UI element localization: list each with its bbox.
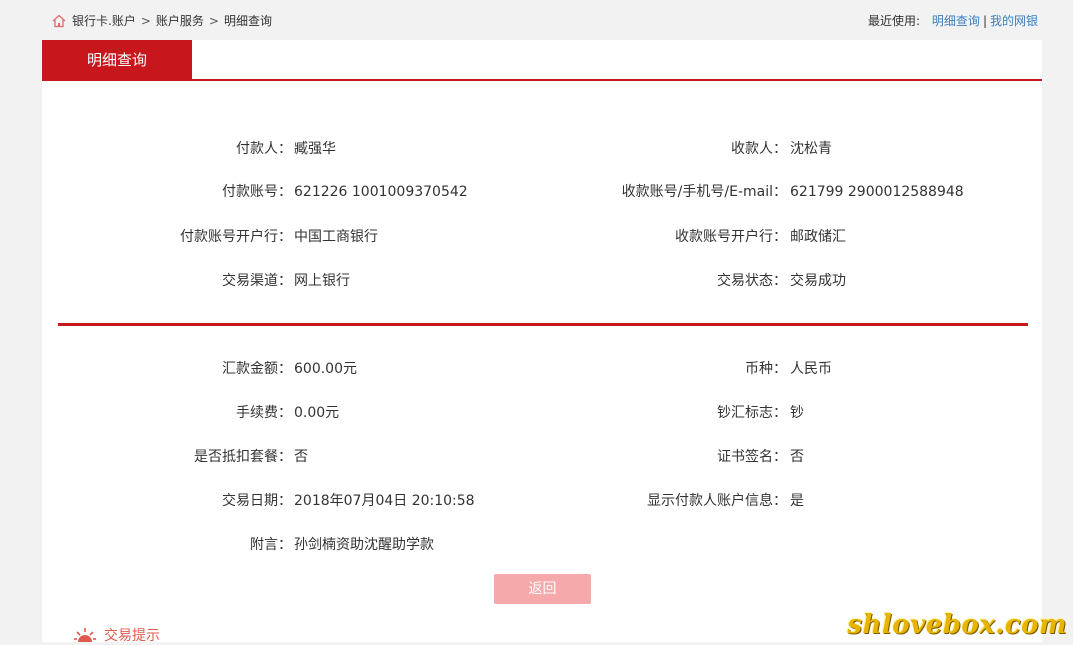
breadcrumb-item-service[interactable]: 账户服务 bbox=[156, 12, 204, 29]
recent-divider: | bbox=[982, 14, 987, 28]
cert-sign-value: 否 bbox=[790, 449, 804, 465]
detail-row: 付款账号开户行： 中国工商银行 收款账号开户行： 邮政储汇 bbox=[42, 227, 1042, 247]
detail-row: 付款账号： 621226 1001009370542 收款账号/手机号/E-ma… bbox=[42, 182, 1042, 202]
cash-flag-value: 钞 bbox=[790, 405, 804, 421]
package-deduct-value: 否 bbox=[294, 449, 308, 465]
tab-detail-query[interactable]: 明细查询 bbox=[42, 40, 192, 81]
home-icon[interactable] bbox=[52, 14, 66, 28]
back-button[interactable]: 返回 bbox=[494, 574, 591, 604]
recent-used: 最近使用: 明细查询 | 我的网银 bbox=[868, 12, 1038, 29]
status-value: 交易成功 bbox=[790, 273, 846, 289]
payee-bank-label: 收款账号开户行： bbox=[675, 229, 787, 245]
detail-row: 汇款金额： 600.00元 币种： 人民币 bbox=[42, 359, 1042, 379]
detail-row: 手续费： 0.00元 钞汇标志： 钞 bbox=[42, 403, 1042, 423]
detail-row: 付款人： 臧强华 收款人： 沈松青 bbox=[42, 139, 1042, 159]
breadcrumb-separator: > bbox=[208, 13, 219, 28]
status-label: 交易状态： bbox=[717, 273, 787, 289]
tab-bar: 明细查询 bbox=[42, 40, 1042, 81]
payer-label: 付款人： bbox=[236, 141, 292, 157]
payer-account-value: 621226 1001009370542 bbox=[294, 184, 468, 200]
transaction-tip[interactable]: 交易提示 bbox=[74, 625, 160, 645]
payer-account-label: 付款账号： bbox=[222, 184, 292, 200]
section-divider bbox=[58, 323, 1028, 326]
payee-bank-value: 邮政储汇 bbox=[790, 229, 846, 245]
date-label: 交易日期： bbox=[222, 493, 292, 509]
payee-account-value: 621799 2900012588948 bbox=[790, 184, 964, 200]
tip-label: 交易提示 bbox=[104, 628, 160, 644]
detail-row: 交易渠道： 网上银行 交易状态： 交易成功 bbox=[42, 271, 1042, 291]
channel-label: 交易渠道： bbox=[222, 273, 292, 289]
detail-row: 是否抵扣套餐： 否 证书签名： 否 bbox=[42, 447, 1042, 467]
payer-value: 臧强华 bbox=[294, 141, 336, 157]
channel-value: 网上银行 bbox=[294, 273, 350, 289]
cert-sign-label: 证书签名： bbox=[717, 449, 787, 465]
top-bar: 银行卡.账户 > 账户服务 > 明细查询 最近使用: 明细查询 | 我的网银 bbox=[0, 0, 1073, 40]
payer-bank-label: 付款账号开户行： bbox=[180, 229, 292, 245]
show-payer-value: 是 bbox=[790, 493, 804, 509]
date-value: 2018年07月04日 20:10:58 bbox=[294, 493, 475, 509]
payee-account-label: 收款账号/手机号/E-mail： bbox=[621, 184, 787, 200]
currency-label: 币种： bbox=[745, 361, 787, 377]
fee-value: 0.00元 bbox=[294, 405, 340, 421]
tip-sun-icon bbox=[74, 628, 96, 642]
watermark-logo: shlovebox.com bbox=[847, 610, 1067, 640]
breadcrumb: 银行卡.账户 > 账户服务 > 明细查询 bbox=[52, 12, 272, 29]
breadcrumb-item-current: 明细查询 bbox=[223, 14, 272, 28]
amount-value: 600.00元 bbox=[294, 361, 357, 377]
payer-bank-value: 中国工商银行 bbox=[294, 229, 378, 245]
currency-value: 人民币 bbox=[790, 361, 832, 377]
recent-link-mybank[interactable]: 我的网银 bbox=[990, 14, 1038, 28]
detail-row: 交易日期： 2018年07月04日 20:10:58 显示付款人账户信息： 是 bbox=[42, 491, 1042, 511]
amount-label: 汇款金额： bbox=[222, 361, 292, 377]
cash-flag-label: 钞汇标志： bbox=[717, 405, 787, 421]
payee-value: 沈松青 bbox=[790, 141, 832, 157]
breadcrumb-item-account[interactable]: 银行卡.账户 bbox=[72, 12, 136, 29]
recent-label: 最近使用: bbox=[868, 14, 921, 28]
fee-label: 手续费： bbox=[236, 405, 292, 421]
package-deduct-label: 是否抵扣套餐： bbox=[194, 449, 292, 465]
recent-link-detail[interactable]: 明细查询 bbox=[932, 14, 980, 28]
show-payer-label: 显示付款人账户信息： bbox=[647, 493, 787, 509]
payee-label: 收款人： bbox=[731, 141, 787, 157]
breadcrumb-separator: > bbox=[140, 13, 151, 28]
memo-label: 附言： bbox=[250, 537, 292, 553]
detail-row: 附言： 孙剑楠资助沈醒助学款 bbox=[42, 535, 1042, 555]
memo-value: 孙剑楠资助沈醒助学款 bbox=[294, 537, 434, 553]
main-panel: 明细查询 付款人： 臧强华 收款人： 沈松青 付款账号： 621226 1001… bbox=[42, 40, 1042, 645]
